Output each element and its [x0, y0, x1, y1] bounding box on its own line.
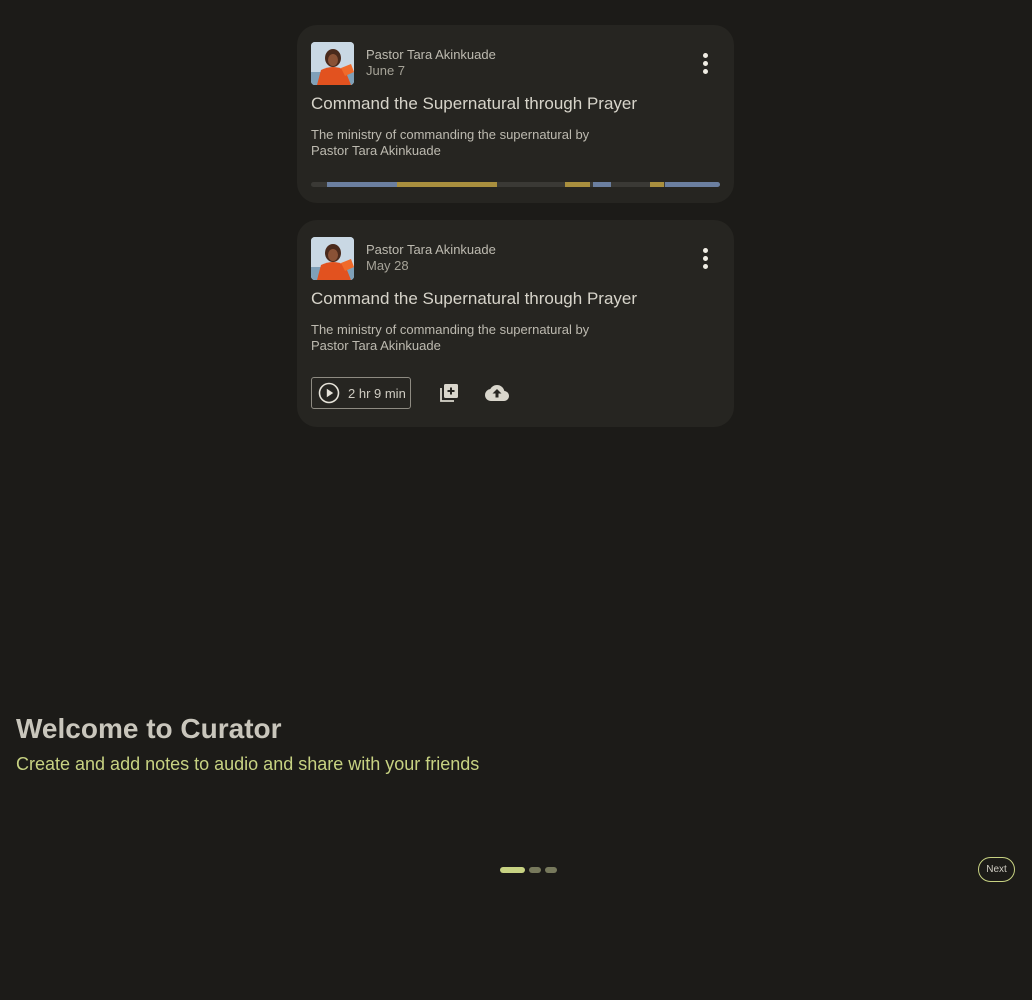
avatar — [311, 236, 354, 280]
library-add-icon — [439, 384, 458, 402]
onboarding-screen: Pastor Tara Akinkuade June 7 Command the… — [0, 0, 1032, 1000]
notes-progress-bar — [311, 182, 720, 187]
page-indicator — [500, 867, 557, 873]
publish-date: May 28 — [366, 258, 409, 273]
author-name: Pastor Tara Akinkuade — [366, 47, 496, 62]
sermon-card[interactable]: Pastor Tara Akinkuade June 7 Command the… — [297, 25, 734, 203]
play-circle-icon — [318, 382, 340, 404]
welcome-title: Welcome to Curator — [16, 713, 282, 744]
card-meta: Pastor Tara Akinkuade June 7 — [366, 47, 496, 79]
note-segment — [397, 182, 497, 187]
duration-label: 2 hr 9 min — [348, 385, 406, 401]
welcome-subtitle: Create and add notes to audio and share … — [16, 754, 480, 774]
publish-date: June 7 — [366, 63, 406, 78]
card-actions: 2 hr 9 min — [311, 377, 509, 409]
card-header: Pastor Tara Akinkuade June 7 — [311, 41, 720, 85]
more-vertical-icon[interactable] — [696, 49, 714, 77]
note-segment — [665, 182, 720, 187]
sermon-title[interactable]: Command the Supernatural through Prayer — [311, 288, 720, 310]
card-meta: Pastor Tara Akinkuade May 28 — [366, 242, 496, 274]
sermon-card[interactable]: Pastor Tara Akinkuade May 28 Command the… — [297, 220, 734, 427]
sermon-title[interactable]: Command the Supernatural through Prayer — [311, 93, 720, 115]
add-to-library-button[interactable] — [437, 381, 461, 405]
card-header: Pastor Tara Akinkuade May 28 — [311, 236, 720, 280]
more-vertical-icon[interactable] — [696, 244, 714, 272]
sermon-description: The ministry of commanding the supernatu… — [311, 127, 590, 158]
note-segment — [327, 182, 397, 187]
note-segment — [650, 182, 664, 187]
welcome-section: Welcome to Curator Create and add notes … — [16, 711, 479, 775]
note-segment — [565, 182, 590, 187]
sermon-description: The ministry of commanding the supernatu… — [311, 322, 590, 353]
upload-button[interactable] — [484, 381, 509, 405]
author-name: Pastor Tara Akinkuade — [366, 242, 496, 257]
note-segment — [593, 182, 611, 187]
page-dot[interactable] — [529, 867, 541, 873]
page-dot[interactable] — [500, 867, 525, 873]
play-button[interactable]: 2 hr 9 min — [311, 377, 411, 409]
cloud-upload-icon — [484, 385, 509, 401]
page-dot[interactable] — [545, 867, 557, 873]
avatar — [311, 41, 354, 85]
next-button[interactable]: Next — [978, 857, 1015, 882]
